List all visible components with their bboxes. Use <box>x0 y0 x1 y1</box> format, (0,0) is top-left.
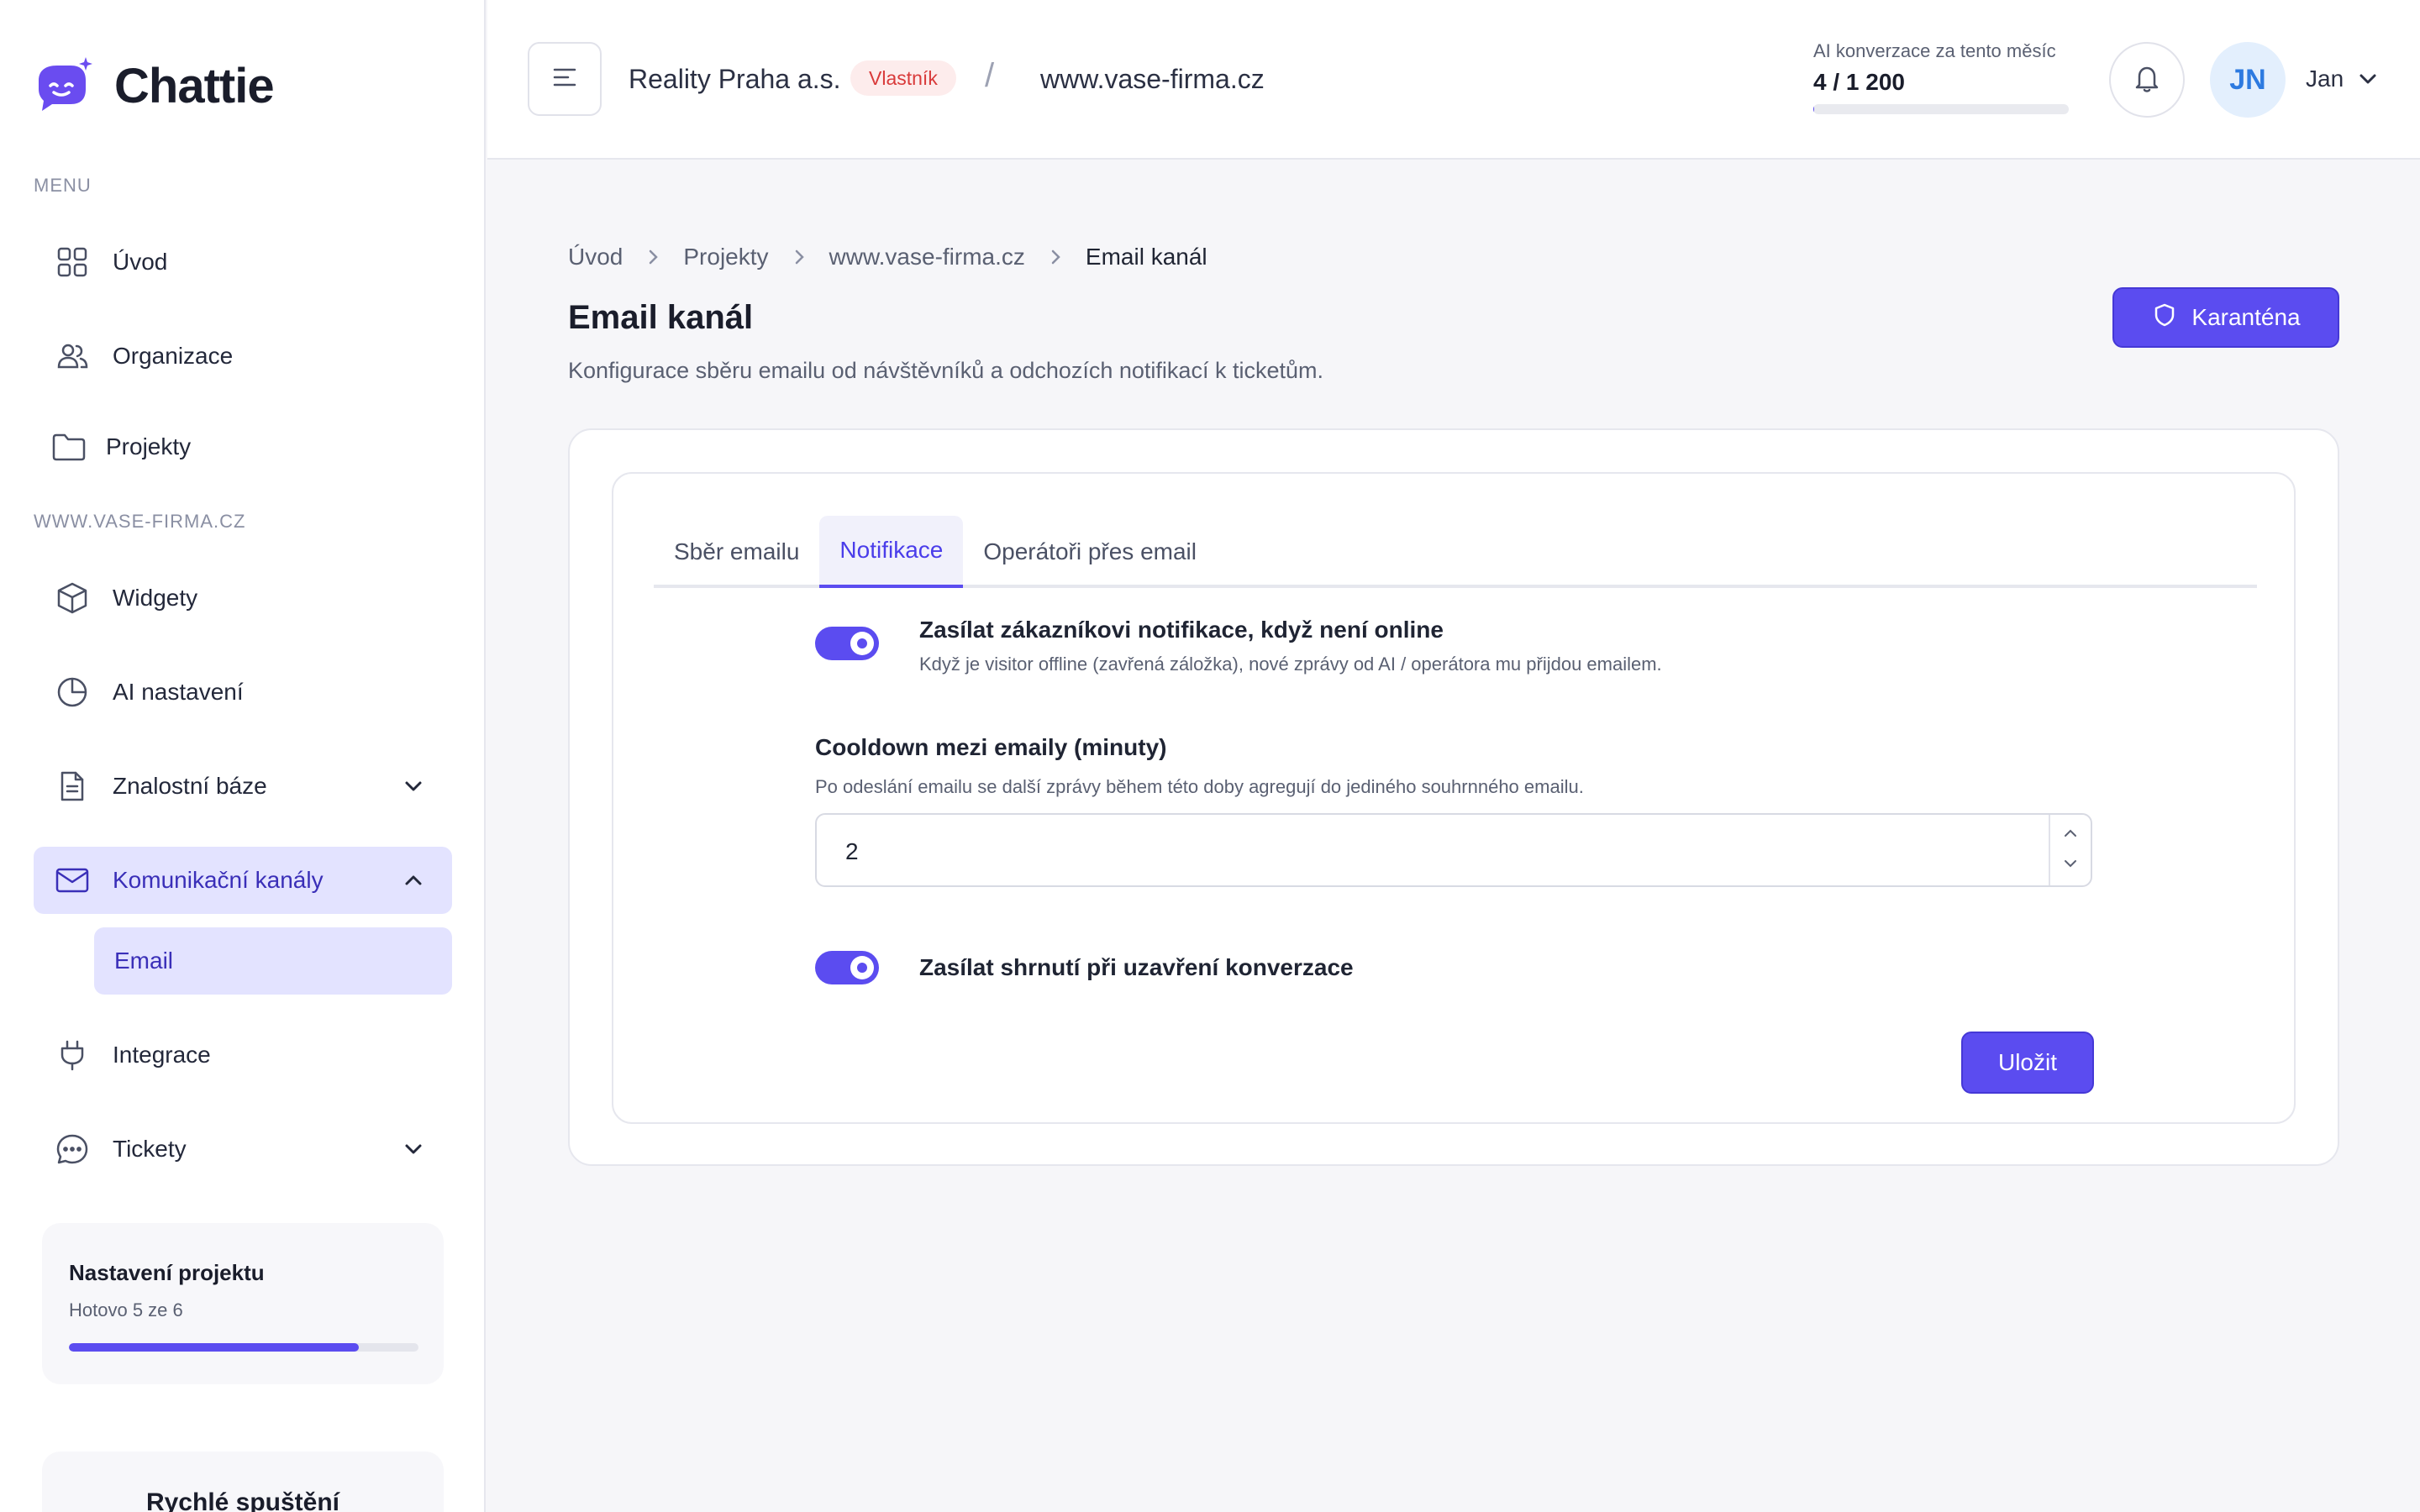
chat-icon <box>54 1131 91 1168</box>
shield-icon <box>2151 302 2178 334</box>
breadcrumb: Úvod Projekty www.vase-firma.cz Email ka… <box>568 244 1207 270</box>
chat-bot-logo-icon <box>34 55 94 116</box>
sidebar-subitem-email[interactable]: Email <box>94 927 452 995</box>
pie-chart-icon <box>54 674 91 711</box>
sidebar-item-label: Integrace <box>113 1042 211 1068</box>
breadcrumb-uvod[interactable]: Úvod <box>568 244 623 270</box>
sidebar-subitem-label: Email <box>114 948 174 974</box>
menu-toggle-button[interactable] <box>528 42 602 116</box>
quick-start-card[interactable]: Rychlé spuštění <box>42 1452 444 1512</box>
chevron-down-icon[interactable] <box>400 1136 427 1163</box>
chevron-right-icon <box>789 247 809 267</box>
cube-icon <box>54 580 91 617</box>
organization-name[interactable]: Reality Praha a.s. <box>629 64 841 95</box>
quarantine-label: Karanténa <box>2191 304 2301 330</box>
setup-progress-text: Hotovo 5 ze 6 <box>69 1299 183 1320</box>
setup-title: Nastavení projektu <box>69 1260 265 1285</box>
top-header: Reality Praha a.s. Vlastník / www.vase-f… <box>487 0 2420 160</box>
grid-icon <box>54 244 91 281</box>
app-logo[interactable]: Chattie <box>34 54 275 118</box>
setup-progress-bar <box>69 1343 418 1352</box>
chevron-right-icon <box>1045 247 1065 267</box>
chevron-down-icon[interactable] <box>400 773 427 800</box>
sidebar-item-widgety[interactable]: Widgety <box>34 564 452 632</box>
quick-start-title: Rychlé spuštění <box>145 1488 340 1512</box>
tab-operatori-pres-email[interactable]: Operátoři přes email <box>963 516 1217 588</box>
tab-sber-emailu[interactable]: Sběr emailu <box>654 516 819 588</box>
bell-icon <box>2131 62 2163 98</box>
sidebar-item-organizace[interactable]: Organizace <box>34 323 452 390</box>
mail-icon <box>54 862 91 899</box>
sidebar-item-label: Komunikační kanály <box>113 867 324 893</box>
settings-panel: Sběr emailu Notifikace Operátoři přes em… <box>612 472 2296 1124</box>
toggle-knob <box>850 956 874 979</box>
summary-on-close-toggle[interactable] <box>815 951 879 984</box>
sidebar-item-label: Úvod <box>113 249 168 275</box>
usage-progress-bar <box>1813 104 2069 114</box>
sidebar-item-znalostni-baze[interactable]: Znalostní báze <box>34 753 452 820</box>
chevron-down-icon[interactable] <box>2354 66 2381 92</box>
notify-offline-toggle[interactable] <box>815 627 879 660</box>
toggle-knob <box>850 632 874 655</box>
sidebar-item-label: Organizace <box>113 343 234 369</box>
tab-bar: Sběr emailu Notifikace Operátoři přes em… <box>654 516 2257 588</box>
setup-progress-fill <box>69 1343 360 1352</box>
email-channel-card: Sběr emailu Notifikace Operátoři přes em… <box>568 428 2339 1166</box>
notify-offline-title: Zasílat zákazníkovi notifikace, když nen… <box>919 617 1444 643</box>
menu-icon <box>550 62 580 97</box>
breadcrumb-projekty[interactable]: Projekty <box>683 244 768 270</box>
quarantine-button[interactable]: Karanténa <box>2112 287 2339 348</box>
menu-section-label: MENU <box>34 175 92 196</box>
sidebar-item-ai-nastaveni[interactable]: AI nastavení <box>34 659 452 726</box>
role-badge: Vlastník <box>850 60 956 96</box>
page-description: Konfigurace sběru emailu od návštěvníků … <box>568 358 1323 383</box>
ai-usage-meter: AI konverzace za tento měsíc 4 / 1 200 <box>1813 40 2070 114</box>
notifications-button[interactable] <box>2109 42 2185 118</box>
sidebar-item-label: Tickety <box>113 1136 187 1162</box>
breadcrumb-current: Email kanál <box>1085 244 1207 270</box>
user-name[interactable]: Jan <box>2306 66 2344 92</box>
project-site-name[interactable]: www.vase-firma.cz <box>1040 64 1265 95</box>
cooldown-input[interactable]: 2 <box>815 813 2092 887</box>
plug-icon <box>54 1037 91 1074</box>
tab-notifikace[interactable]: Notifikace <box>819 516 964 588</box>
document-icon <box>54 768 91 805</box>
save-button[interactable]: Uložit <box>1961 1032 2094 1094</box>
stepper-up-icon[interactable] <box>2063 827 2078 843</box>
chevron-right-icon <box>643 247 663 267</box>
usage-progress-fill <box>1813 104 1814 114</box>
sidebar-item-uvod[interactable]: Úvod <box>34 228 452 296</box>
stepper-down-icon[interactable] <box>2063 858 2078 873</box>
usage-value: 4 / 1 200 <box>1813 69 1905 95</box>
project-section-label: WWW.VASE-FIRMA.CZ <box>34 511 246 532</box>
chevron-up-icon[interactable] <box>400 867 427 894</box>
cooldown-value: 2 <box>845 838 859 864</box>
notify-offline-description: Když je visitor offline (zavřená záložka… <box>919 654 1662 675</box>
sidebar-item-komunikacni-kanaly[interactable]: Komunikační kanály <box>34 847 452 914</box>
header-separator: / <box>985 57 995 94</box>
sidebar-item-label: AI nastavení <box>113 679 244 705</box>
sidebar-item-label: Znalostní báze <box>113 773 267 799</box>
project-setup-card[interactable]: Nastavení projektu Hotovo 5 ze 6 <box>42 1223 444 1384</box>
sidebar-item-tickety[interactable]: Tickety <box>34 1116 452 1183</box>
quantity-stepper[interactable] <box>2049 815 2091 885</box>
cooldown-label: Cooldown mezi emaily (minuty) <box>815 734 1167 760</box>
users-icon <box>54 338 91 375</box>
sidebar: Chattie MENU Úvod Organizace Projekty WW… <box>0 0 486 1512</box>
avatar[interactable]: JN <box>2210 42 2286 118</box>
folder-icon <box>50 428 87 465</box>
sidebar-item-label: Projekty <box>106 433 192 459</box>
page-title: Email kanál <box>568 299 754 336</box>
summary-on-close-title: Zasílat shrnutí při uzavření konverzace <box>919 954 1354 980</box>
sidebar-item-integrace[interactable]: Integrace <box>34 1021 452 1089</box>
usage-label: AI konverzace za tento měsíc <box>1813 40 2056 61</box>
cooldown-description: Po odeslání emailu se další zprávy během… <box>815 776 1584 797</box>
sidebar-item-label: Widgety <box>113 585 198 611</box>
breadcrumb-site[interactable]: www.vase-firma.cz <box>829 244 1025 270</box>
app-name: Chattie <box>114 58 275 113</box>
sidebar-item-projekty[interactable]: Projekty <box>34 413 452 480</box>
